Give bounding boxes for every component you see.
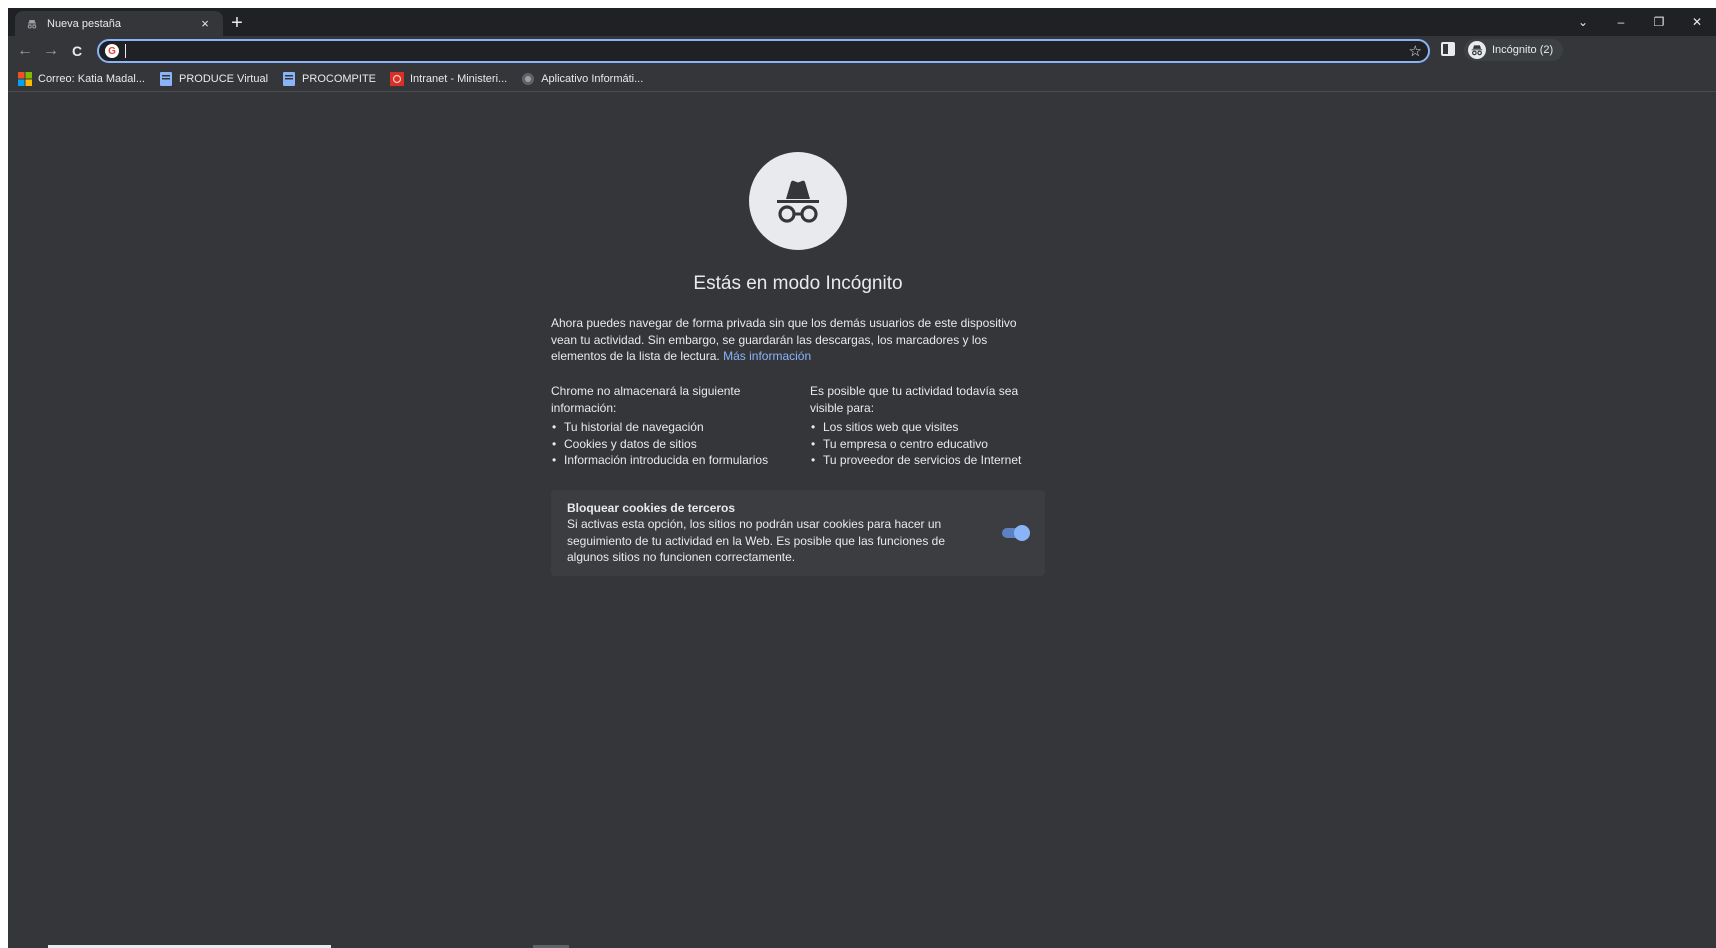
bookmark-procompite[interactable]: PROCOMPITE: [282, 71, 376, 86]
profile-incognito-button[interactable]: Incógnito (2): [1464, 39, 1564, 61]
incognito-avatar-icon: [1468, 41, 1486, 59]
intranet-icon: [390, 71, 404, 86]
visible-to-column: Es posible que tu actividad todavía sea …: [810, 383, 1050, 469]
microsoft-icon: [18, 71, 32, 86]
learn-more-link[interactable]: Más información: [723, 349, 811, 363]
forward-icon[interactable]: →: [38, 38, 64, 64]
tab-close-icon[interactable]: ×: [197, 16, 213, 31]
list-item: Información introducida en formularios: [551, 452, 791, 469]
google-icon: G: [105, 44, 119, 58]
bookmark-star-icon[interactable]: ☆: [1409, 42, 1422, 60]
list-item: Cookies y datos de sitios: [551, 436, 791, 453]
tab-search-icon[interactable]: ⌄: [1564, 8, 1602, 36]
browser-window: Nueva pestaña × + ⌄ – ❐ ✕ ← → C G ☆ Incó…: [8, 8, 1716, 948]
incognito-icon: [25, 17, 39, 31]
close-window-icon[interactable]: ✕: [1678, 8, 1716, 36]
bookmark-intranet[interactable]: Intranet - Ministeri...: [390, 71, 508, 86]
address-input[interactable]: [126, 42, 1428, 60]
not-saved-column: Chrome no almacenará la siguiente inform…: [551, 383, 791, 469]
page-icon: [282, 71, 296, 86]
page-title: Estás en modo Incógnito: [693, 273, 903, 294]
minimize-icon[interactable]: –: [1602, 8, 1640, 36]
restore-icon[interactable]: ❐: [1640, 8, 1678, 36]
list-item: Tu historial de navegación: [551, 419, 791, 436]
tab-title: Nueva pestaña: [47, 17, 121, 30]
block-cookies-toggle[interactable]: [1002, 525, 1030, 541]
bookmarks-bar: Correo: Katia Madal... PRODUCE Virtual P…: [8, 66, 1716, 92]
new-tab-button[interactable]: +: [226, 13, 248, 35]
bookmark-label: PRODUCE Virtual: [179, 72, 269, 85]
page-icon: [159, 71, 173, 86]
tab-strip: Nueva pestaña × + ⌄ – ❐ ✕: [8, 8, 1716, 36]
tab-new-tab[interactable]: Nueva pestaña ×: [15, 11, 223, 36]
globe-icon: [521, 72, 535, 86]
not-saved-list: Tu historial de navegación Cookies y dat…: [551, 419, 791, 469]
incognito-page: Estás en modo Incógnito Ahora puedes nav…: [8, 93, 1716, 948]
bookmark-produce-virtual[interactable]: PRODUCE Virtual: [159, 71, 269, 86]
back-icon[interactable]: ←: [12, 38, 38, 64]
profile-label: Incógnito (2): [1492, 44, 1554, 56]
bookmark-label: Correo: Katia Madal...: [38, 72, 145, 85]
not-saved-title: Chrome no almacenará la siguiente inform…: [551, 384, 741, 415]
toolbar: ← → C G ☆ Incógnito (2): [8, 36, 1716, 66]
bookmark-label: PROCOMPITE: [302, 72, 376, 85]
visible-to-title: Es posible que tu actividad todavía sea …: [810, 384, 1019, 415]
reload-icon[interactable]: C: [64, 38, 90, 64]
bookmark-correo[interactable]: Correo: Katia Madal...: [18, 71, 145, 86]
intro-paragraph: Ahora puedes navegar de forma privada si…: [551, 315, 1045, 365]
list-item: Tu proveedor de servicios de Internet: [810, 452, 1050, 469]
third-party-cookies-card: Bloquear cookies de terceros Si activas …: [551, 490, 1045, 576]
list-item: Tu empresa o centro educativo: [810, 436, 1050, 453]
address-bar[interactable]: G ☆: [97, 39, 1430, 63]
window-controls: ⌄ – ❐ ✕: [1564, 8, 1716, 36]
visible-to-list: Los sitios web que visites Tu empresa o …: [810, 419, 1050, 469]
cookie-card-description: Si activas esta opción, los sitios no po…: [567, 517, 946, 564]
cookie-card-title: Bloquear cookies de terceros: [567, 501, 736, 515]
side-panel-icon[interactable]: [1441, 42, 1455, 56]
bookmark-aplicativo[interactable]: Aplicativo Informáti...: [521, 72, 643, 86]
incognito-icon: [749, 152, 847, 250]
list-item: Los sitios web que visites: [810, 419, 1050, 436]
bookmark-label: Intranet - Ministeri...: [410, 72, 508, 85]
bookmark-label: Aplicativo Informáti...: [541, 72, 644, 85]
